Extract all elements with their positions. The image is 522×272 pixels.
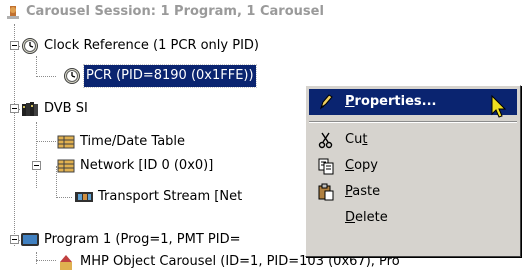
mouse-cursor-icon [491,94,507,118]
menu-item-cut[interactable]: Cut [309,127,517,153]
tree-item-label: DVB SI [44,101,88,116]
books-icon [22,102,38,116]
tree-item-clock-reference[interactable]: Clock Reference (1 PCR only PID) [0,35,522,57]
scissors-icon [318,132,333,149]
tree-item-label: Program 1 (Prog=1, PMT PID= [44,232,241,247]
collapse-toggle[interactable] [32,161,41,170]
context-menu: Properties... Cut Copy Paste Delete [305,85,521,257]
collapse-toggle[interactable] [10,104,19,113]
clock-icon [64,68,80,84]
collapse-toggle[interactable] [10,235,19,244]
collapse-toggle[interactable] [10,41,19,50]
pencil-icon [319,94,333,110]
tree-root-label: Carousel Session: 1 Program, 1 Carousel [26,4,324,19]
menu-item-properties[interactable]: Properties... [309,89,517,115]
tree-item-program-1[interactable]: Program 1 (Prog=1, PMT PID= [0,229,305,251]
menu-item-delete[interactable]: Delete [309,205,517,231]
menu-item-label: Properties... [345,94,437,109]
menu-item-label: Delete [345,210,388,225]
tree-item-label: Network [ID 0 (0x0)] [80,158,214,173]
carousel-session-icon [7,6,19,19]
table-icon [57,135,75,149]
tree-item-label: Time/Date Table [80,134,186,149]
tree-item-label: Clock Reference (1 PCR only PID) [44,38,259,53]
menu-separator [309,121,517,123]
menu-item-copy[interactable]: Copy [309,153,517,179]
menu-item-paste[interactable]: Paste [309,179,517,205]
carousel-icon [60,255,72,270]
film-strip-icon [75,192,93,202]
paste-icon [318,183,334,201]
tree-item-label: Transport Stream [Net [98,189,243,204]
tree-item-label: PCR (PID=8190 (0x1FFE)) [83,64,257,88]
tree-item-transport-stream[interactable]: Transport Stream [Net [0,186,305,208]
tree-item-pcr[interactable]: PCR (PID=8190 (0x1FFE)) [0,64,522,88]
clock-icon [22,38,38,54]
copy-icon [318,158,334,175]
tree-root[interactable]: Carousel Session: 1 Program, 1 Carousel [0,1,522,23]
menu-item-label: Copy [345,158,378,173]
tv-icon [21,233,39,246]
menu-item-label: Cut [345,132,368,147]
table-icon [57,159,75,173]
menu-item-label: Paste [345,184,381,199]
